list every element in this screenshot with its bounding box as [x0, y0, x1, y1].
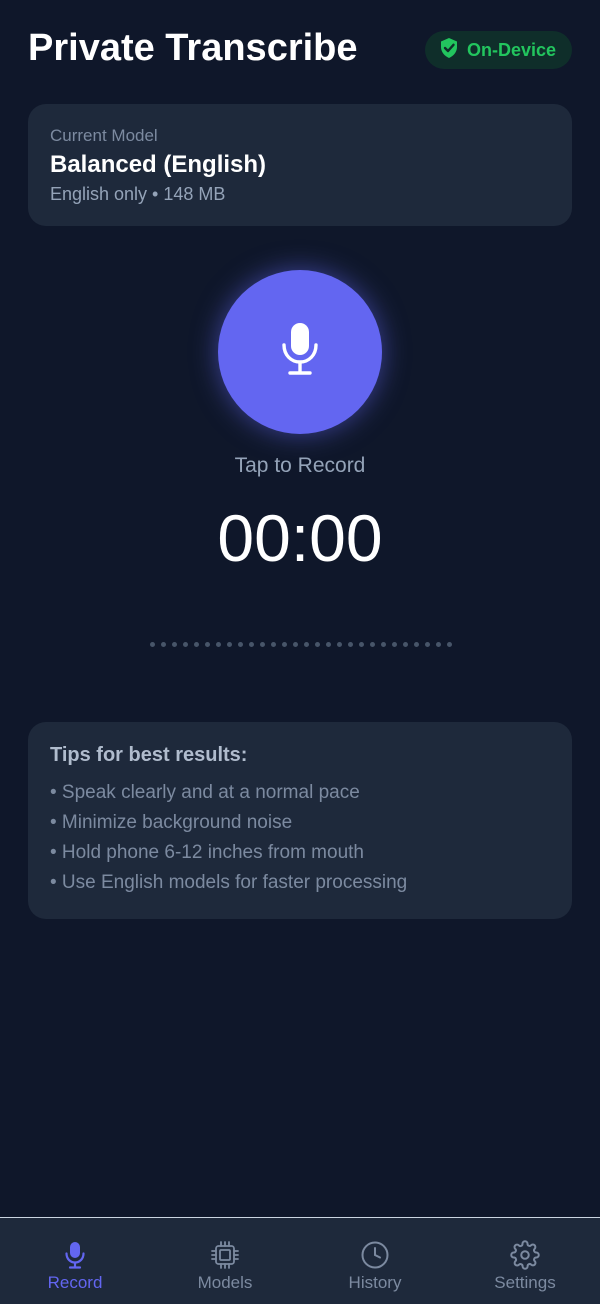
waveform-dot — [271, 641, 276, 647]
waveform-dot — [447, 641, 452, 647]
waveform-dot — [216, 641, 221, 647]
waveform-dot — [348, 641, 353, 647]
waveform-dot — [315, 641, 320, 647]
tab-label: Models — [197, 1273, 253, 1292]
clock-icon — [360, 1240, 390, 1270]
record-button[interactable] — [218, 270, 382, 434]
on-device-badge: On-Device — [424, 31, 572, 69]
tab-label: Settings — [494, 1273, 556, 1292]
tab-history[interactable]: History — [300, 1218, 450, 1304]
header: Private Transcribe On-Device — [0, 0, 600, 100]
waveform-dot — [326, 641, 331, 647]
waveform-dot — [392, 641, 397, 647]
tip-item: • Minimize background noise — [50, 812, 293, 833]
waveform-dot — [161, 641, 166, 647]
model-name: Balanced (English) — [50, 151, 267, 178]
waveform-dot — [282, 641, 287, 647]
waveform-dot — [359, 641, 364, 647]
waveform — [150, 640, 452, 648]
badge-label: On-Device — [466, 39, 556, 60]
tip-item: • Speak clearly and at a normal pace — [50, 782, 360, 803]
waveform-dot — [227, 641, 232, 647]
tips-title: Tips for best results: — [50, 744, 248, 766]
waveform-dot — [370, 641, 375, 647]
waveform-dot — [238, 641, 243, 647]
waveform-dot — [436, 641, 441, 647]
bottom-tab-bar: Record Models History Settings — [0, 1217, 600, 1304]
record-hint: Tap to Record — [234, 454, 366, 477]
current-model-card[interactable]: Current Model Balanced (English) English… — [28, 104, 572, 226]
shield-check-icon — [439, 37, 459, 64]
tip-item: • Use English models for faster processi… — [50, 872, 408, 893]
waveform-dot — [381, 641, 386, 647]
waveform-dot — [172, 641, 177, 647]
waveform-dot — [183, 641, 188, 647]
waveform-dot — [337, 641, 342, 647]
waveform-dot — [249, 641, 254, 647]
microphone-icon — [64, 1240, 86, 1270]
model-details: English only • 148 MB — [50, 184, 226, 204]
microphone-icon — [278, 321, 322, 384]
waveform-dot — [150, 641, 155, 647]
waveform-dot — [414, 641, 419, 647]
app-title: Private Transcribe — [28, 27, 358, 69]
tab-label: History — [348, 1273, 402, 1292]
waveform-dot — [194, 641, 199, 647]
record-screen: Private Transcribe On-Device Current Mod… — [0, 0, 600, 1304]
tab-label: Record — [47, 1273, 103, 1292]
waveform-dot — [425, 641, 430, 647]
model-caption: Current Model — [50, 126, 158, 145]
tab-record[interactable]: Record — [0, 1218, 150, 1304]
tips-card: Tips for best results: • Speak clearly a… — [28, 722, 572, 919]
tab-models[interactable]: Models — [150, 1218, 300, 1304]
waveform-dot — [260, 641, 265, 647]
waveform-dot — [304, 641, 309, 647]
tab-settings[interactable]: Settings — [450, 1218, 600, 1304]
waveform-dot — [403, 641, 408, 647]
gear-icon — [510, 1240, 540, 1270]
recording-timer: 00:00 — [217, 501, 383, 575]
waveform-dot — [293, 641, 298, 647]
waveform-dot — [205, 641, 210, 647]
tip-item: • Hold phone 6-12 inches from mouth — [50, 842, 364, 863]
chip-icon — [210, 1240, 240, 1270]
